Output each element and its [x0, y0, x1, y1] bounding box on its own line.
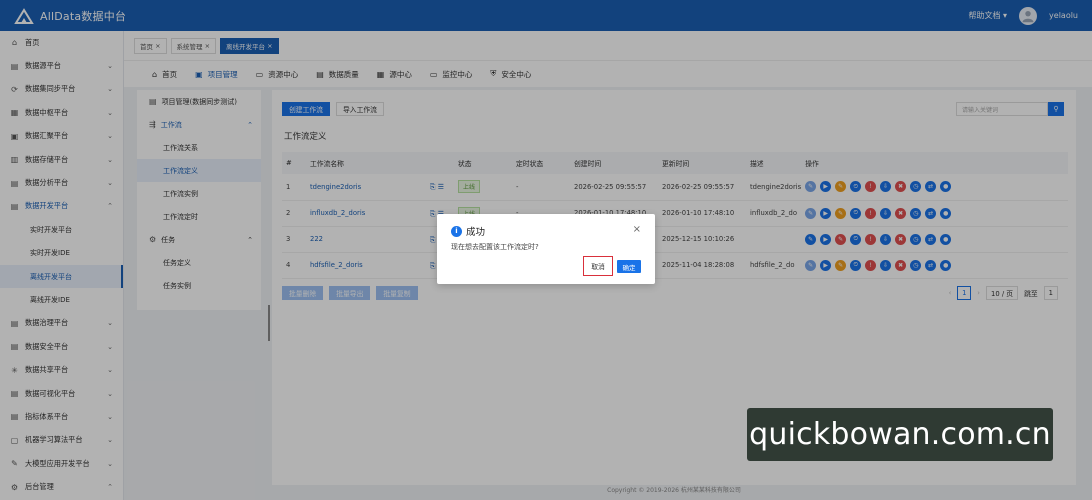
dialog-title: 成功 [466, 227, 486, 238]
cancel-button[interactable]: 取消 [583, 256, 613, 276]
close-icon[interactable]: × [633, 224, 641, 235]
success-dialog: i 成功 × 现在想去配置该工作流定时? 取消 确定 [437, 214, 655, 284]
watermark: quickbowan.com.cn [747, 408, 1053, 461]
confirm-button[interactable]: 确定 [617, 260, 641, 273]
dialog-message: 现在想去配置该工作流定时? [451, 243, 539, 251]
info-icon: i [451, 225, 462, 237]
